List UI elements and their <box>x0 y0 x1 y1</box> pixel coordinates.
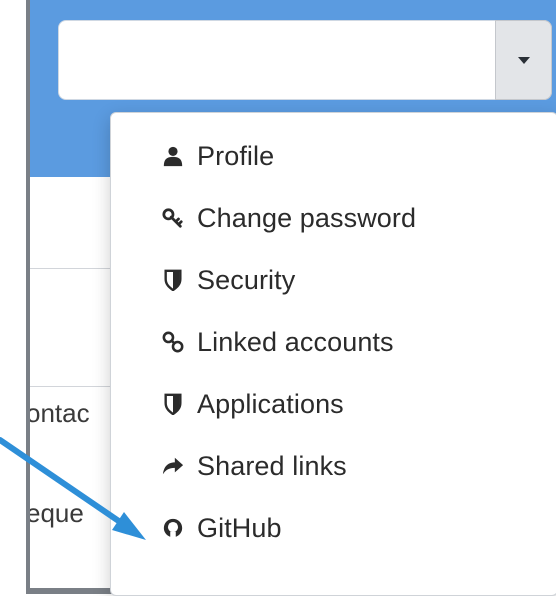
annotation-arrow-icon <box>0 437 146 540</box>
